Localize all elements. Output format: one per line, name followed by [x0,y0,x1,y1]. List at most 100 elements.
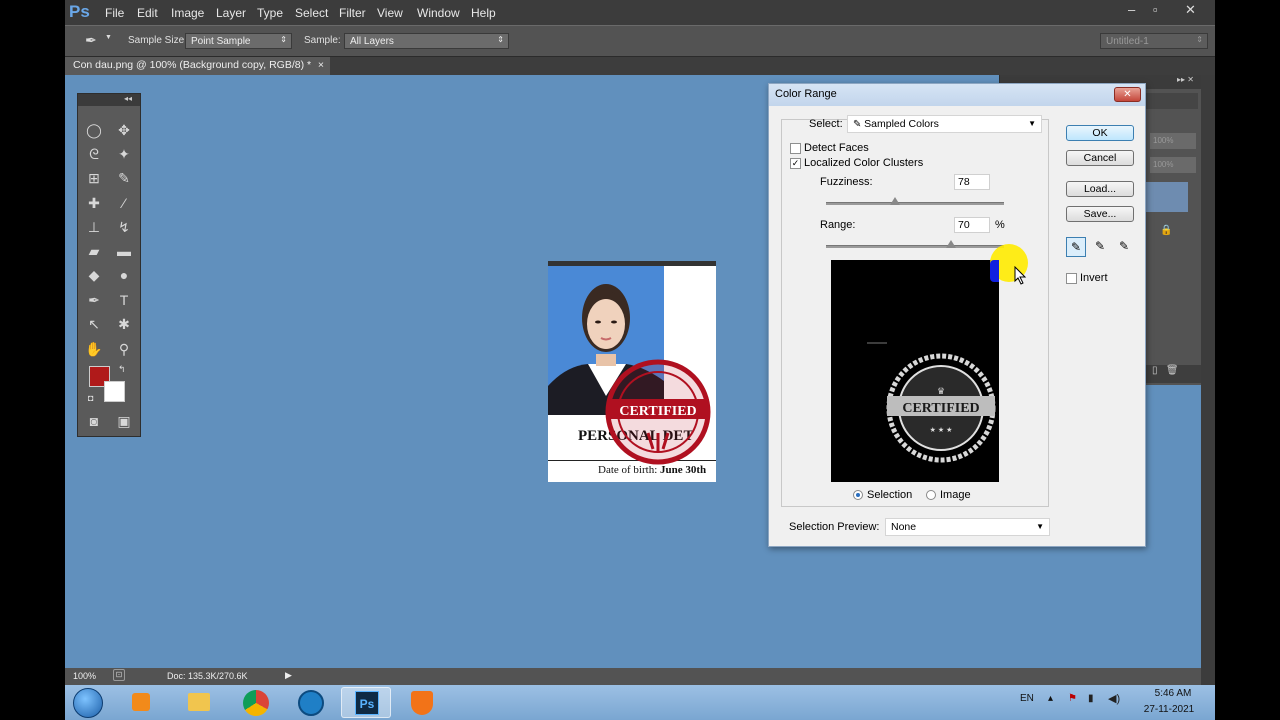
zoom-icon[interactable]: ⚲ [113,339,135,359]
sample-select[interactable]: All Layers ⇕ [344,33,509,49]
chevron-down-icon[interactable]: ▼ [105,34,112,41]
eyedropper-icon[interactable]: ✒ [85,32,97,49]
lock-icon: 🔒 [1160,225,1173,236]
image-radio[interactable] [926,490,936,500]
range-label: Range: [820,219,856,231]
volume-icon[interactable]: ◀) [1108,692,1120,705]
healing-brush-icon[interactable]: ✚ [83,193,105,213]
eraser-icon[interactable]: ▰ [83,241,105,261]
eyedropper-tool-icon[interactable]: ✎ [113,168,135,188]
elliptical-marquee-icon[interactable]: ◯ [83,120,105,140]
start-button[interactable] [73,688,103,718]
background-color-swatch[interactable] [104,381,125,402]
save-button[interactable]: Save... [1066,206,1134,222]
panel-collapse-icon[interactable]: ◂◂ [78,94,140,106]
screen-mode-icon[interactable]: ▣ [113,411,135,431]
selection-preview-dropdown[interactable]: None ▼ [885,518,1050,536]
opacity-field[interactable]: 100% [1150,133,1196,149]
quick-mask-icon[interactable]: ◙ [83,411,105,431]
menu-file[interactable]: File [105,6,124,20]
document-tab[interactable]: Con dau.png @ 100% (Background copy, RGB… [65,57,330,75]
clone-stamp-icon[interactable]: ⊥ [83,217,105,237]
magic-wand-icon[interactable]: ✦ [113,144,135,164]
language-indicator[interactable]: EN [1020,693,1034,704]
cancel-button[interactable]: Cancel [1066,150,1134,166]
restore-button[interactable]: ▫ [1153,2,1158,17]
chevron-down-icon: ▼ [1036,522,1044,531]
menu-edit[interactable]: Edit [137,6,158,20]
localized-clusters-label: Localized Color Clusters [804,157,924,169]
selection-preview-image[interactable]: CERTIFIED ★ ★ ★ ♛ [831,260,999,482]
swap-colors-icon[interactable]: ↰ [118,364,126,375]
dodge-icon[interactable]: ● [113,265,135,285]
load-button[interactable]: Load... [1066,181,1134,197]
menu-view[interactable]: View [377,6,403,20]
dialog-title[interactable]: Color Range [769,84,1145,106]
fuzziness-label: Fuzziness: [820,176,873,188]
export-icon[interactable]: ⊡ [113,669,125,681]
localized-clusters-checkbox[interactable]: ✓ [790,158,801,169]
sample-label: Sample: [304,35,341,46]
taskbar-app[interactable] [285,687,335,718]
close-tab-icon[interactable]: × [318,59,324,71]
range-input[interactable]: 70 [954,217,990,233]
detect-faces-checkbox[interactable] [790,143,801,154]
invert-checkbox[interactable] [1066,273,1077,284]
fuzziness-slider[interactable] [826,202,1004,205]
history-brush-icon[interactable]: ↯ [113,217,135,237]
menu-window[interactable]: Window [417,6,460,20]
ok-button[interactable]: OK [1066,125,1134,141]
shape-tool-icon[interactable]: ✱ [113,314,135,334]
sample-size-select[interactable]: Point Sample ⇕ [185,33,292,49]
crop-icon[interactable]: ⊞ [83,168,105,188]
clock-time[interactable]: 5:46 AM [1145,688,1201,699]
eyedropper-icon[interactable]: ✎ [1066,237,1086,257]
brush-icon[interactable]: ⁄ [113,193,135,213]
path-selection-icon[interactable]: ↖ [83,314,105,334]
tools-panel: ◂◂ ◯ ✥ ᘓ ✦ ⊞ ✎ ✚ ⁄ ⊥ ↯ ▰ ▬ ◆ ● ✒ T ↖ ✱ ✋… [77,93,141,437]
add-to-sample-icon[interactable]: ✎ [1090,237,1110,257]
layer-row-selected[interactable] [1146,182,1188,212]
select-dropdown[interactable]: ✎ Sampled Colors ▼ [847,115,1042,133]
default-colors-icon[interactable]: ◘ [88,393,93,403]
select-arrows-icon: ⇕ [1196,35,1203,44]
menu-filter[interactable]: Filter [339,6,366,20]
subtract-from-sample-icon[interactable]: ✎ [1114,237,1134,257]
chevron-right-icon[interactable]: ▶ [285,670,292,681]
selection-radio[interactable] [853,490,863,500]
taskbar-explorer[interactable] [173,687,223,718]
lasso-icon[interactable]: ᘓ [83,144,105,164]
taskbar-media-player[interactable] [115,687,165,718]
taskbar-avast[interactable] [397,687,447,718]
range-unit: % [995,219,1005,231]
move-tool-icon[interactable]: ✥ [113,120,135,140]
menu-help[interactable]: Help [471,6,496,20]
menu-layer[interactable]: Layer [216,6,246,20]
fill-field[interactable]: 100% [1150,157,1196,173]
minimize-button[interactable]: – [1128,2,1135,17]
hand-icon[interactable]: ✋ [83,339,105,359]
fuzziness-input[interactable]: 78 [954,174,990,190]
menu-type[interactable]: Type [257,6,283,20]
workspace-select[interactable]: Untitled-1 ⇕ [1100,33,1208,49]
type-tool-icon[interactable]: T [113,290,135,310]
range-slider-thumb[interactable] [946,240,956,248]
pen-icon[interactable]: ✒ [83,290,105,310]
gradient-icon[interactable]: ▬ [113,241,135,261]
menu-image[interactable]: Image [171,6,204,20]
blur-icon[interactable]: ◆ [83,265,105,285]
document-image[interactable]: PERSONAL DET Date of birth: June 30th CE… [548,261,716,482]
tray-arrow-icon[interactable]: ▴ [1048,693,1053,704]
zoom-level[interactable]: 100% [73,671,96,681]
dialog-close-button[interactable]: ✕ [1114,87,1141,102]
action-center-icon[interactable]: ⚑ [1068,693,1077,704]
taskbar-photoshop[interactable]: Ps [341,687,391,718]
fuzziness-slider-thumb[interactable] [890,197,900,205]
range-slider[interactable] [826,245,1004,248]
network-icon[interactable]: ▮ [1088,693,1094,704]
close-window-button[interactable]: ✕ [1185,2,1196,18]
sample-size-label: Sample Size: [128,35,187,46]
clock-date[interactable]: 27-11-2021 [1137,704,1201,715]
menu-select[interactable]: Select [295,6,328,20]
taskbar-chrome[interactable] [230,687,280,718]
